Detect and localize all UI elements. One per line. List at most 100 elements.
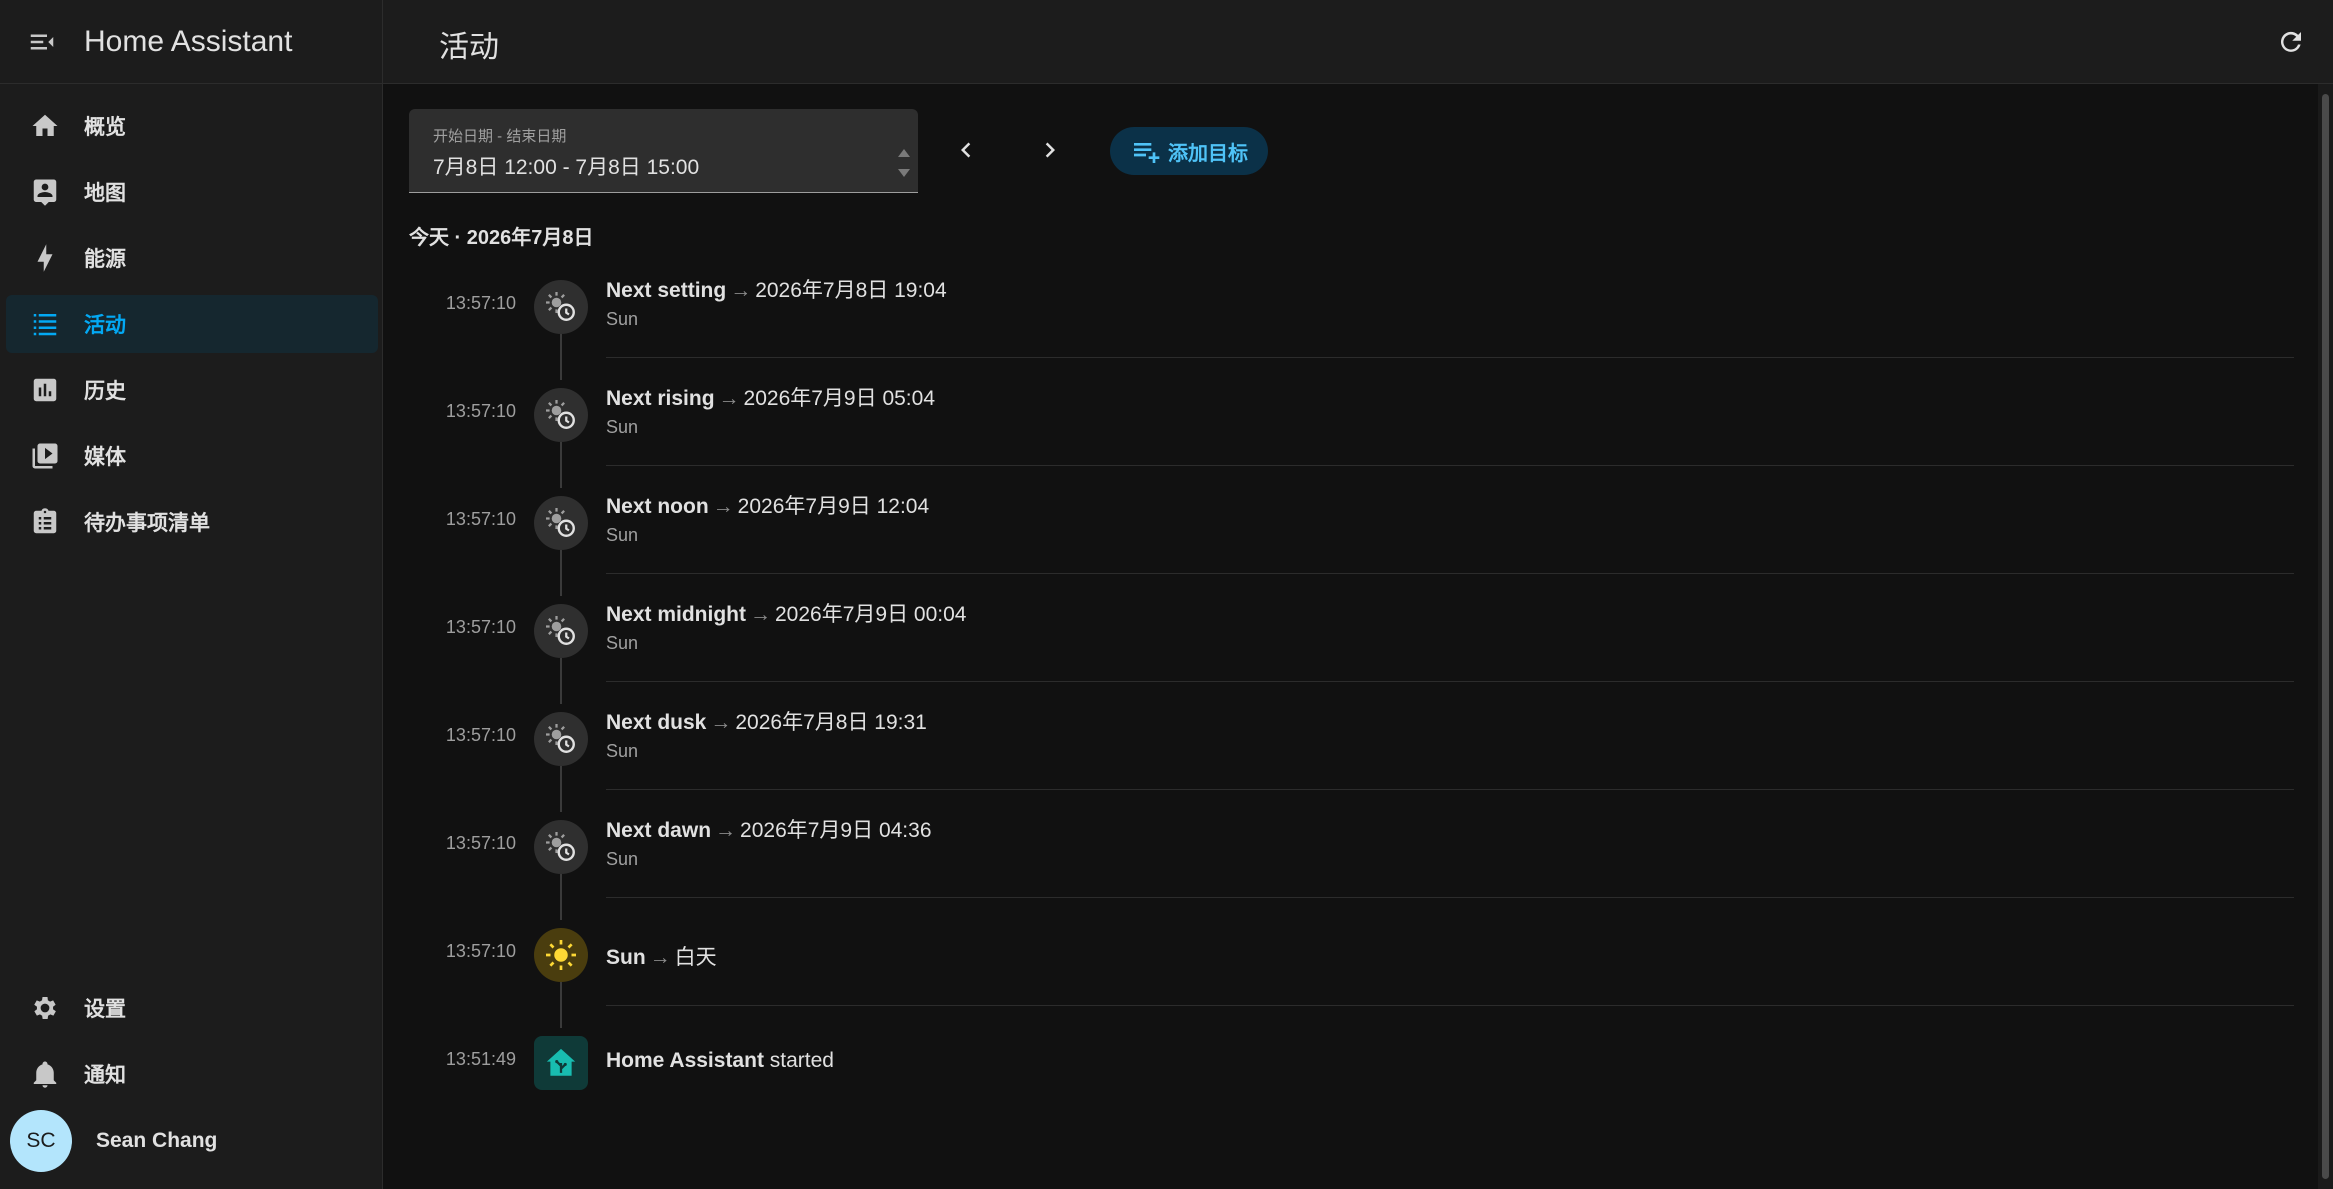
list-item[interactable]: 13:57:10 Next rising → 2026年7月9日 05:04 Sun	[409, 361, 2294, 488]
sidebar-item-label: 地图	[84, 182, 126, 205]
divider	[606, 573, 2294, 574]
sidebar-item-label: 媒体	[84, 446, 126, 469]
entry-name: Next rising	[606, 387, 715, 410]
sidebar-item-todo[interactable]: 待办事项清单	[6, 493, 378, 551]
arrow-icon: →	[730, 279, 752, 302]
sidebar-item-notifications[interactable]: 通知	[6, 1045, 378, 1103]
entry-value: 2026年7月8日 19:04	[755, 279, 947, 302]
date-range-picker[interactable]: 开始日期 - 结束日期 7月8日 12:00 - 7月8日 15:00	[409, 109, 918, 193]
list-item[interactable]: 13:51:49 Home Assistant started	[409, 1009, 2294, 1117]
entry-time: 13:57:10	[445, 401, 516, 421]
bell-icon	[6, 1059, 78, 1089]
divider	[606, 897, 2294, 898]
map-icon	[6, 177, 78, 207]
sun-clock-icon	[534, 388, 588, 442]
entry-source: Sun	[606, 309, 639, 329]
entry-name: Next dawn	[606, 819, 712, 842]
date-range-value: 7月8日 12:00 - 7月8日 15:00	[433, 156, 700, 179]
entry-source: Sun	[606, 633, 639, 653]
sidebar-item-energy[interactable]: 能源	[6, 229, 378, 287]
sidebar-item-label: 活动	[84, 314, 126, 337]
add-target-button[interactable]: 添加目标	[1110, 127, 1268, 175]
sun-clock-icon	[534, 496, 588, 550]
entry-value: 2026年7月9日 05:04	[743, 387, 935, 410]
entry-source: Sun	[606, 417, 639, 437]
sidebar-item-map[interactable]: 地图	[6, 163, 378, 221]
avatar: SC	[10, 1110, 72, 1172]
list-item[interactable]: 13:57:10 Next midnight → 2026年7月9日 00:04 S…	[409, 577, 2294, 704]
playlist-plus-icon	[1134, 143, 1160, 163]
sidebar-item-settings[interactable]: 设置	[6, 979, 378, 1037]
arrow-icon: →	[715, 819, 737, 842]
entry-title: Home Assistant started	[606, 1049, 834, 1073]
date-range-label: 开始日期 - 结束日期	[433, 128, 567, 145]
menu-collapse-icon	[30, 34, 54, 49]
scrollbar[interactable]	[2318, 84, 2333, 1189]
sidebar-item-label: 历史	[84, 380, 126, 403]
list-item[interactable]: 13:57:10 Next dawn → 2026年7月9日 04:36 Sun	[409, 793, 2294, 920]
sun-clock-icon	[534, 712, 588, 766]
previous-range-button[interactable]	[946, 130, 986, 170]
app-title: Home Assistant	[84, 24, 293, 58]
menu-toggle-button[interactable]	[0, 0, 84, 84]
next-range-button[interactable]	[1030, 130, 1070, 170]
entry-title: Next dusk → 2026年7月8日 19:31	[606, 706, 927, 736]
entry-title: Next noon → 2026年7月9日 12:04	[606, 490, 929, 520]
sidebar-item-overview[interactable]: 概览	[6, 97, 378, 155]
refresh-button[interactable]	[2271, 22, 2311, 62]
user-profile[interactable]: SC Sean Chang	[10, 1110, 217, 1172]
lightning-icon	[6, 243, 78, 273]
list-item[interactable]: 13:57:10 Sun → 白天	[409, 901, 2294, 1028]
entry-title: Sun → 白天	[606, 941, 717, 971]
sidebar-item-history[interactable]: 历史	[6, 361, 378, 419]
entry-time: 13:57:10	[445, 725, 516, 745]
entry-time: 13:57:10	[445, 293, 516, 313]
sidebar-item-activity[interactable]: 活动	[6, 295, 378, 353]
home-assistant-icon	[534, 1036, 588, 1090]
list-item[interactable]: 13:57:10 Next setting → 2026年7月8日 19:04 Su…	[409, 253, 2294, 380]
entry-value: started	[769, 1049, 834, 1072]
entry-source: Sun	[606, 525, 639, 545]
entry-name: Home Assistant	[606, 1049, 764, 1072]
divider	[606, 357, 2294, 358]
sidebar-item-label: 设置	[84, 998, 126, 1021]
top-bar: 活动	[383, 0, 2333, 84]
entry-title: Next setting → 2026年7月8日 19:04	[606, 274, 947, 304]
entry-title: Next midnight → 2026年7月9日 00:04	[606, 598, 966, 628]
entry-value: 白天	[674, 946, 717, 969]
divider	[606, 789, 2294, 790]
sun-clock-icon	[534, 820, 588, 874]
chevron-right-icon	[1045, 142, 1055, 158]
entry-name: Sun	[606, 946, 646, 969]
arrow-icon: →	[750, 603, 771, 626]
scrollbar-thumb[interactable]	[2322, 94, 2329, 1179]
entry-name: Next dusk	[606, 711, 707, 734]
entry-time: 13:57:10	[445, 617, 516, 637]
divider	[606, 465, 2294, 466]
sidebar: Home Assistant 概览 地图 能源 活动 历史 媒体 待办事项清单 …	[0, 0, 383, 1189]
entry-name: Next setting	[606, 279, 727, 302]
entry-title: Next dawn → 2026年7月9日 04:36	[606, 814, 932, 844]
list-icon	[6, 309, 78, 339]
divider	[606, 1005, 2294, 1006]
refresh-icon	[2280, 31, 2301, 52]
divider	[606, 681, 2294, 682]
sun-icon	[534, 928, 588, 982]
sidebar-item-label: 待办事项清单	[84, 512, 210, 535]
media-icon	[6, 441, 78, 471]
entry-time: 13:51:49	[445, 1049, 516, 1069]
spinner-icon	[898, 149, 910, 177]
sidebar-item-label: 概览	[84, 116, 126, 139]
list-item[interactable]: 13:57:10 Next dusk → 2026年7月8日 19:31 Sun	[409, 685, 2294, 812]
arrow-icon: →	[710, 711, 732, 734]
arrow-icon: →	[712, 495, 734, 518]
sun-clock-icon	[534, 604, 588, 658]
entry-value: 2026年7月8日 19:31	[735, 711, 927, 734]
list-item[interactable]: 13:57:10 Next noon → 2026年7月9日 12:04 Sun	[409, 469, 2294, 596]
sun-clock-icon	[534, 280, 588, 334]
entry-name: Next midnight	[606, 603, 746, 626]
entry-source: Sun	[606, 849, 639, 869]
arrow-icon: →	[718, 387, 740, 410]
entry-time: 13:57:10	[445, 941, 516, 961]
sidebar-item-media[interactable]: 媒体	[6, 427, 378, 485]
